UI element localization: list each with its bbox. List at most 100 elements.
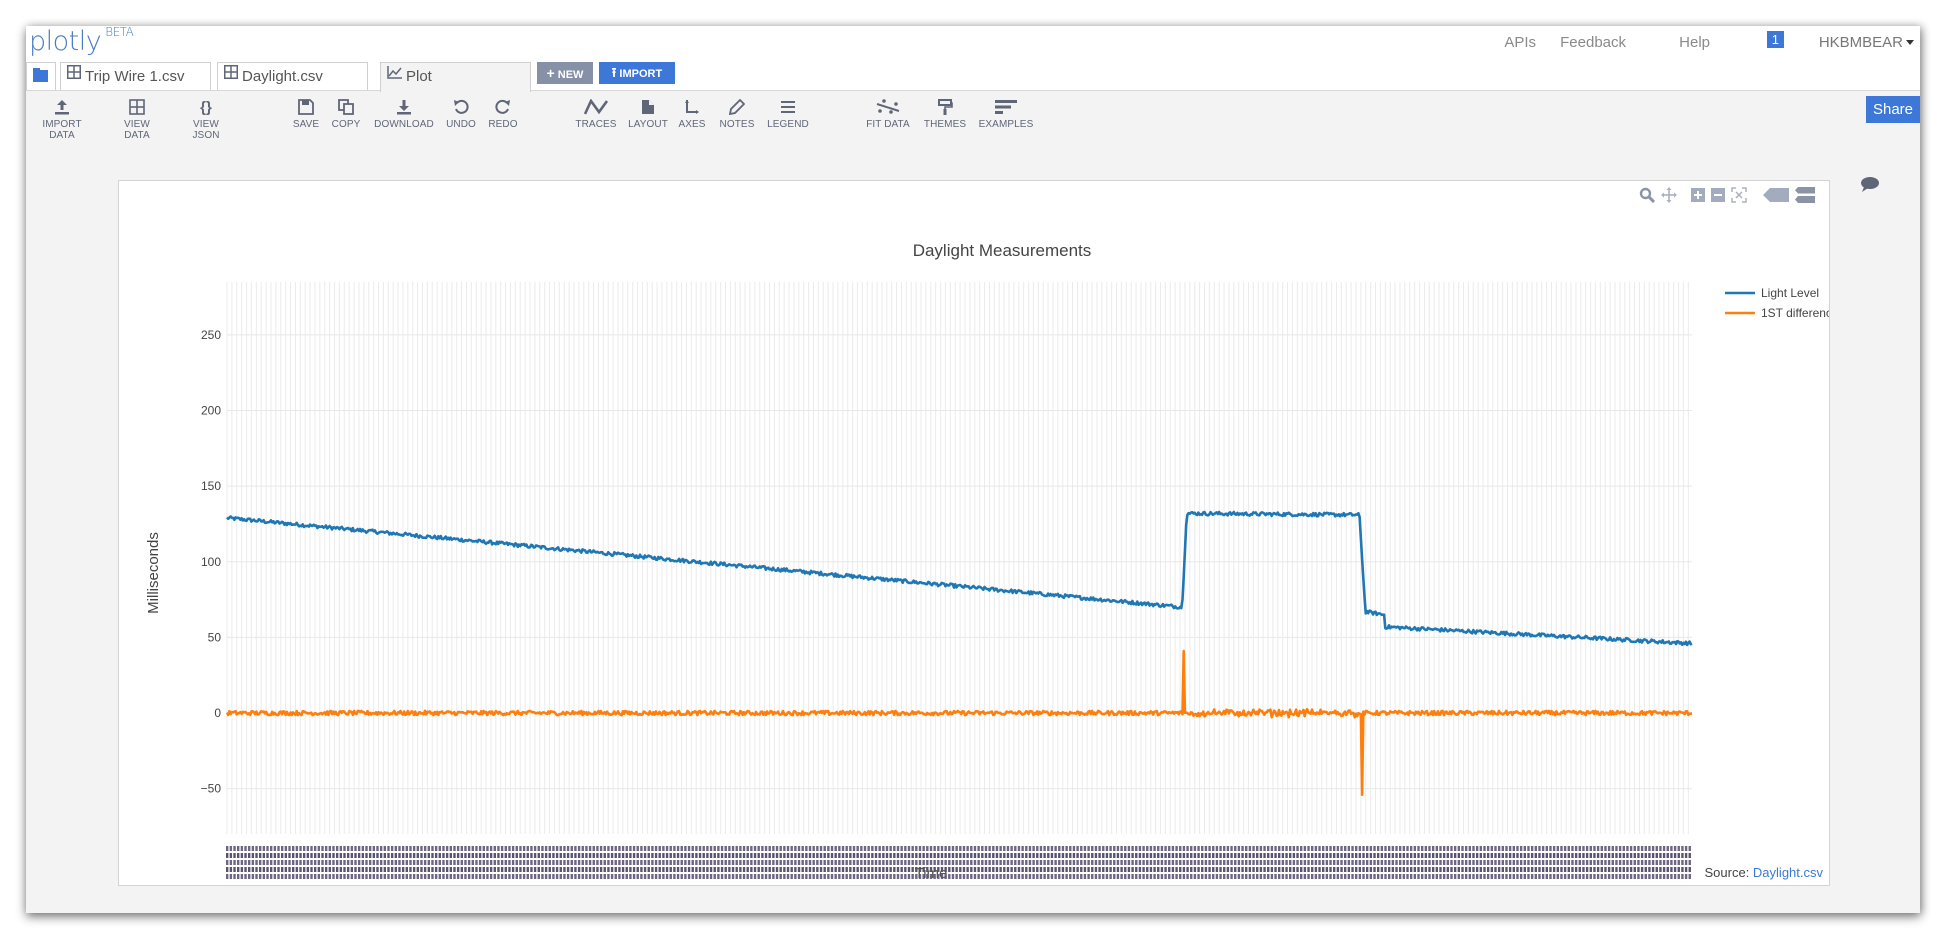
x-tick-label [1497, 846, 1501, 851]
x-tick-label [555, 867, 559, 872]
legend-item[interactable]: Light Level [1725, 286, 1819, 300]
tab-trip-wire[interactable]: Trip Wire 1.csv [60, 62, 211, 90]
x-tick-label [1325, 867, 1329, 872]
x-tick-label [1519, 846, 1523, 851]
x-tick-label [1003, 853, 1006, 858]
nav-apis[interactable]: APIs [1504, 30, 1536, 54]
traces-button[interactable]: TRACES [575, 99, 617, 130]
nav-feedback[interactable]: Feedback [1560, 30, 1626, 54]
download-button[interactable]: DOWNLOAD [372, 99, 436, 130]
x-tick-label [456, 874, 460, 879]
view-data-button[interactable]: VIEW DATA [111, 99, 163, 141]
x-tick-label [533, 846, 537, 851]
x-tick-label [742, 874, 746, 879]
x-tick-label [1006, 846, 1010, 851]
x-tick-label [951, 860, 955, 865]
legend[interactable]: Light Level 1ST difference [1725, 286, 1829, 320]
x-tick-label [1464, 860, 1468, 865]
x-tick-label [460, 860, 463, 865]
fit-data-button[interactable]: FIT DATA [865, 99, 911, 130]
themes-button[interactable]: THEMES [922, 99, 968, 130]
x-tick-label [1508, 846, 1512, 851]
x-tick-label [1541, 860, 1545, 865]
redo-button[interactable]: REDO [486, 99, 520, 130]
folder-tab[interactable] [26, 62, 56, 90]
view-json-button[interactable]: {} VIEW JSON [180, 99, 232, 141]
import-button[interactable]: ⭱ IMPORT [599, 62, 675, 84]
x-tick-label [1230, 846, 1233, 851]
x-tick-label [497, 860, 500, 865]
x-tick-label [291, 853, 295, 858]
layout-button[interactable]: LAYOUT [626, 99, 670, 130]
tab-daylight[interactable]: Daylight.csv [217, 62, 368, 90]
undo-button[interactable]: UNDO [444, 99, 478, 130]
x-tick-label [1574, 853, 1578, 858]
x-tick-label [1629, 853, 1633, 858]
chart[interactable]: −50050100150200250 Daylight Measurements… [119, 181, 1829, 885]
x-tick-label [1047, 853, 1050, 858]
x-tick-label [1179, 874, 1182, 879]
x-tick-label [486, 853, 489, 858]
x-tick-label [1629, 867, 1633, 872]
x-tick-label [343, 867, 346, 872]
x-tick-label [1607, 860, 1611, 865]
legend-button[interactable]: LEGEND [766, 99, 810, 130]
x-tick-label [1505, 853, 1508, 858]
notes-button[interactable]: NOTES [718, 99, 756, 130]
x-tick-label [343, 860, 346, 865]
x-tick-label [610, 853, 614, 858]
examples-button[interactable]: EXAMPLES [978, 99, 1034, 130]
x-tick-label [1017, 860, 1021, 865]
x-tick-label [687, 874, 691, 879]
x-tick-label [1435, 860, 1439, 865]
x-tick-label [827, 846, 830, 851]
x-tick-label [739, 874, 742, 879]
x-tick-label [1651, 853, 1655, 858]
comment-icon[interactable] [1860, 176, 1880, 197]
copy-button[interactable]: COPY [330, 99, 362, 130]
x-tick-label [1655, 860, 1658, 865]
user-menu[interactable]: HKBMBEAR [1819, 30, 1914, 54]
x-tick-label [1219, 867, 1222, 872]
new-button[interactable]: + NEW [537, 62, 593, 84]
x-tick-label [1091, 853, 1094, 858]
x-tick-label [1175, 874, 1178, 879]
x-tick-label [757, 860, 760, 865]
x-tick-label [691, 867, 694, 872]
source-link[interactable]: Daylight.csv [1753, 865, 1823, 880]
x-tick-label [511, 867, 515, 872]
x-tick-label [772, 846, 775, 851]
x-tick-label [1395, 846, 1398, 851]
x-tick-label [1512, 874, 1516, 879]
x-tick-label [625, 874, 628, 879]
x-tick-label [819, 853, 823, 858]
x-tick-label [1560, 853, 1563, 858]
x-tick-label [1519, 874, 1523, 879]
plotly-logo[interactable]: plotly BETA [29, 25, 134, 57]
notification-badge[interactable]: 1 [1766, 31, 1784, 48]
x-tick-label [1677, 846, 1680, 851]
redo-icon [495, 99, 510, 114]
x-tick-label [808, 867, 812, 872]
x-tick-label [1545, 853, 1548, 858]
x-tick-label [867, 846, 870, 851]
share-button[interactable]: Share [1865, 96, 1920, 123]
x-tick-label [948, 846, 951, 851]
x-tick-label [893, 853, 896, 858]
x-tick-label [559, 846, 562, 851]
x-tick-label [1098, 846, 1101, 851]
save-button[interactable]: SAVE [291, 99, 321, 130]
axes-button[interactable]: AXES [677, 99, 707, 130]
x-tick-label [489, 846, 493, 851]
x-tick-label [1226, 853, 1230, 858]
x-tick-label [504, 874, 507, 879]
nav-help[interactable]: Help [1679, 30, 1710, 54]
x-tick-label [728, 853, 731, 858]
import-data-button[interactable]: IMPORT DATA [31, 99, 93, 141]
legend-item[interactable]: 1ST difference [1725, 306, 1829, 320]
tab-plot[interactable]: Plot [380, 62, 531, 92]
x-tick-label [783, 860, 786, 865]
x-tick-label [1387, 860, 1391, 865]
x-tick-label [302, 867, 306, 872]
x-tick-label [977, 867, 980, 872]
